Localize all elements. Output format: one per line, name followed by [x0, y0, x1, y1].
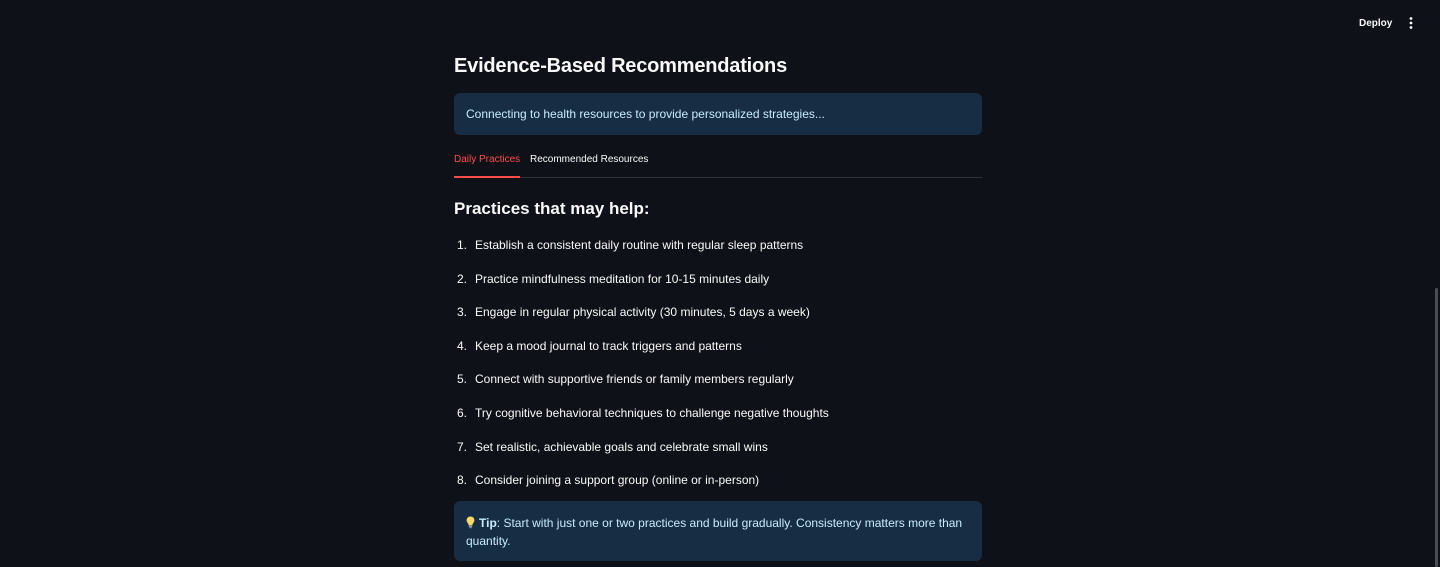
tab-recommended-resources[interactable]: Recommended Resources: [530, 150, 648, 177]
tab-daily-practices[interactable]: Daily Practices: [454, 150, 521, 178]
list-item-number: 1.: [457, 238, 468, 252]
section-heading: Practices that may help:: [454, 199, 650, 218]
list-item-number: 6.: [457, 405, 468, 420]
list-item-text: Connect with supportive friends or famil…: [475, 372, 794, 387]
page-scrollbar[interactable]: [1435, 288, 1438, 567]
app-header: Deploy: [0, 0, 1440, 46]
deploy-button[interactable]: Deploy: [1350, 12, 1401, 34]
list-item-number: 7.: [457, 439, 468, 454]
tip-text: : Start with just one or two practices a…: [466, 516, 963, 548]
list-item-text: Try cognitive behavioral techniques to c…: [475, 405, 829, 420]
lightbulb-icon: [466, 516, 475, 529]
main-menu-button[interactable]: [1401, 12, 1421, 34]
list-item-text: Engage in regular physical activity (30 …: [475, 305, 810, 320]
list-item-text: Practice mindfulness meditation for 10-1…: [475, 271, 770, 286]
page-title: Evidence-Based Recommendations: [454, 55, 787, 77]
list-item-text: Set realistic, achievable goals and cele…: [475, 439, 768, 454]
tab-bar: Daily Practices Recommended Resources: [454, 150, 982, 178]
list-item-number: 8.: [457, 473, 468, 488]
list-item-number: 2.: [457, 271, 468, 286]
list-item-number: 3.: [457, 305, 468, 320]
list-item-text: Keep a mood journal to track triggers an…: [475, 338, 742, 353]
info-alert: Connecting to health resources to provid…: [454, 93, 982, 135]
info-alert-text: Connecting to health resources to provid…: [466, 107, 825, 121]
list-item-text: Consider joining a support group (online…: [475, 473, 760, 488]
tip-alert: Tip: Start with just one or two practice…: [454, 501, 982, 561]
app: Deploy Evidence-Based Recommendations Co…: [0, 0, 1440, 567]
tip-label: Tip: [479, 516, 497, 530]
list-item-number: 5.: [457, 372, 468, 387]
list-item-text: Establish a consistent daily routine wit…: [475, 238, 804, 252]
vertical-ellipsis-icon: [1409, 17, 1413, 29]
list-item-number: 4.: [457, 338, 468, 353]
